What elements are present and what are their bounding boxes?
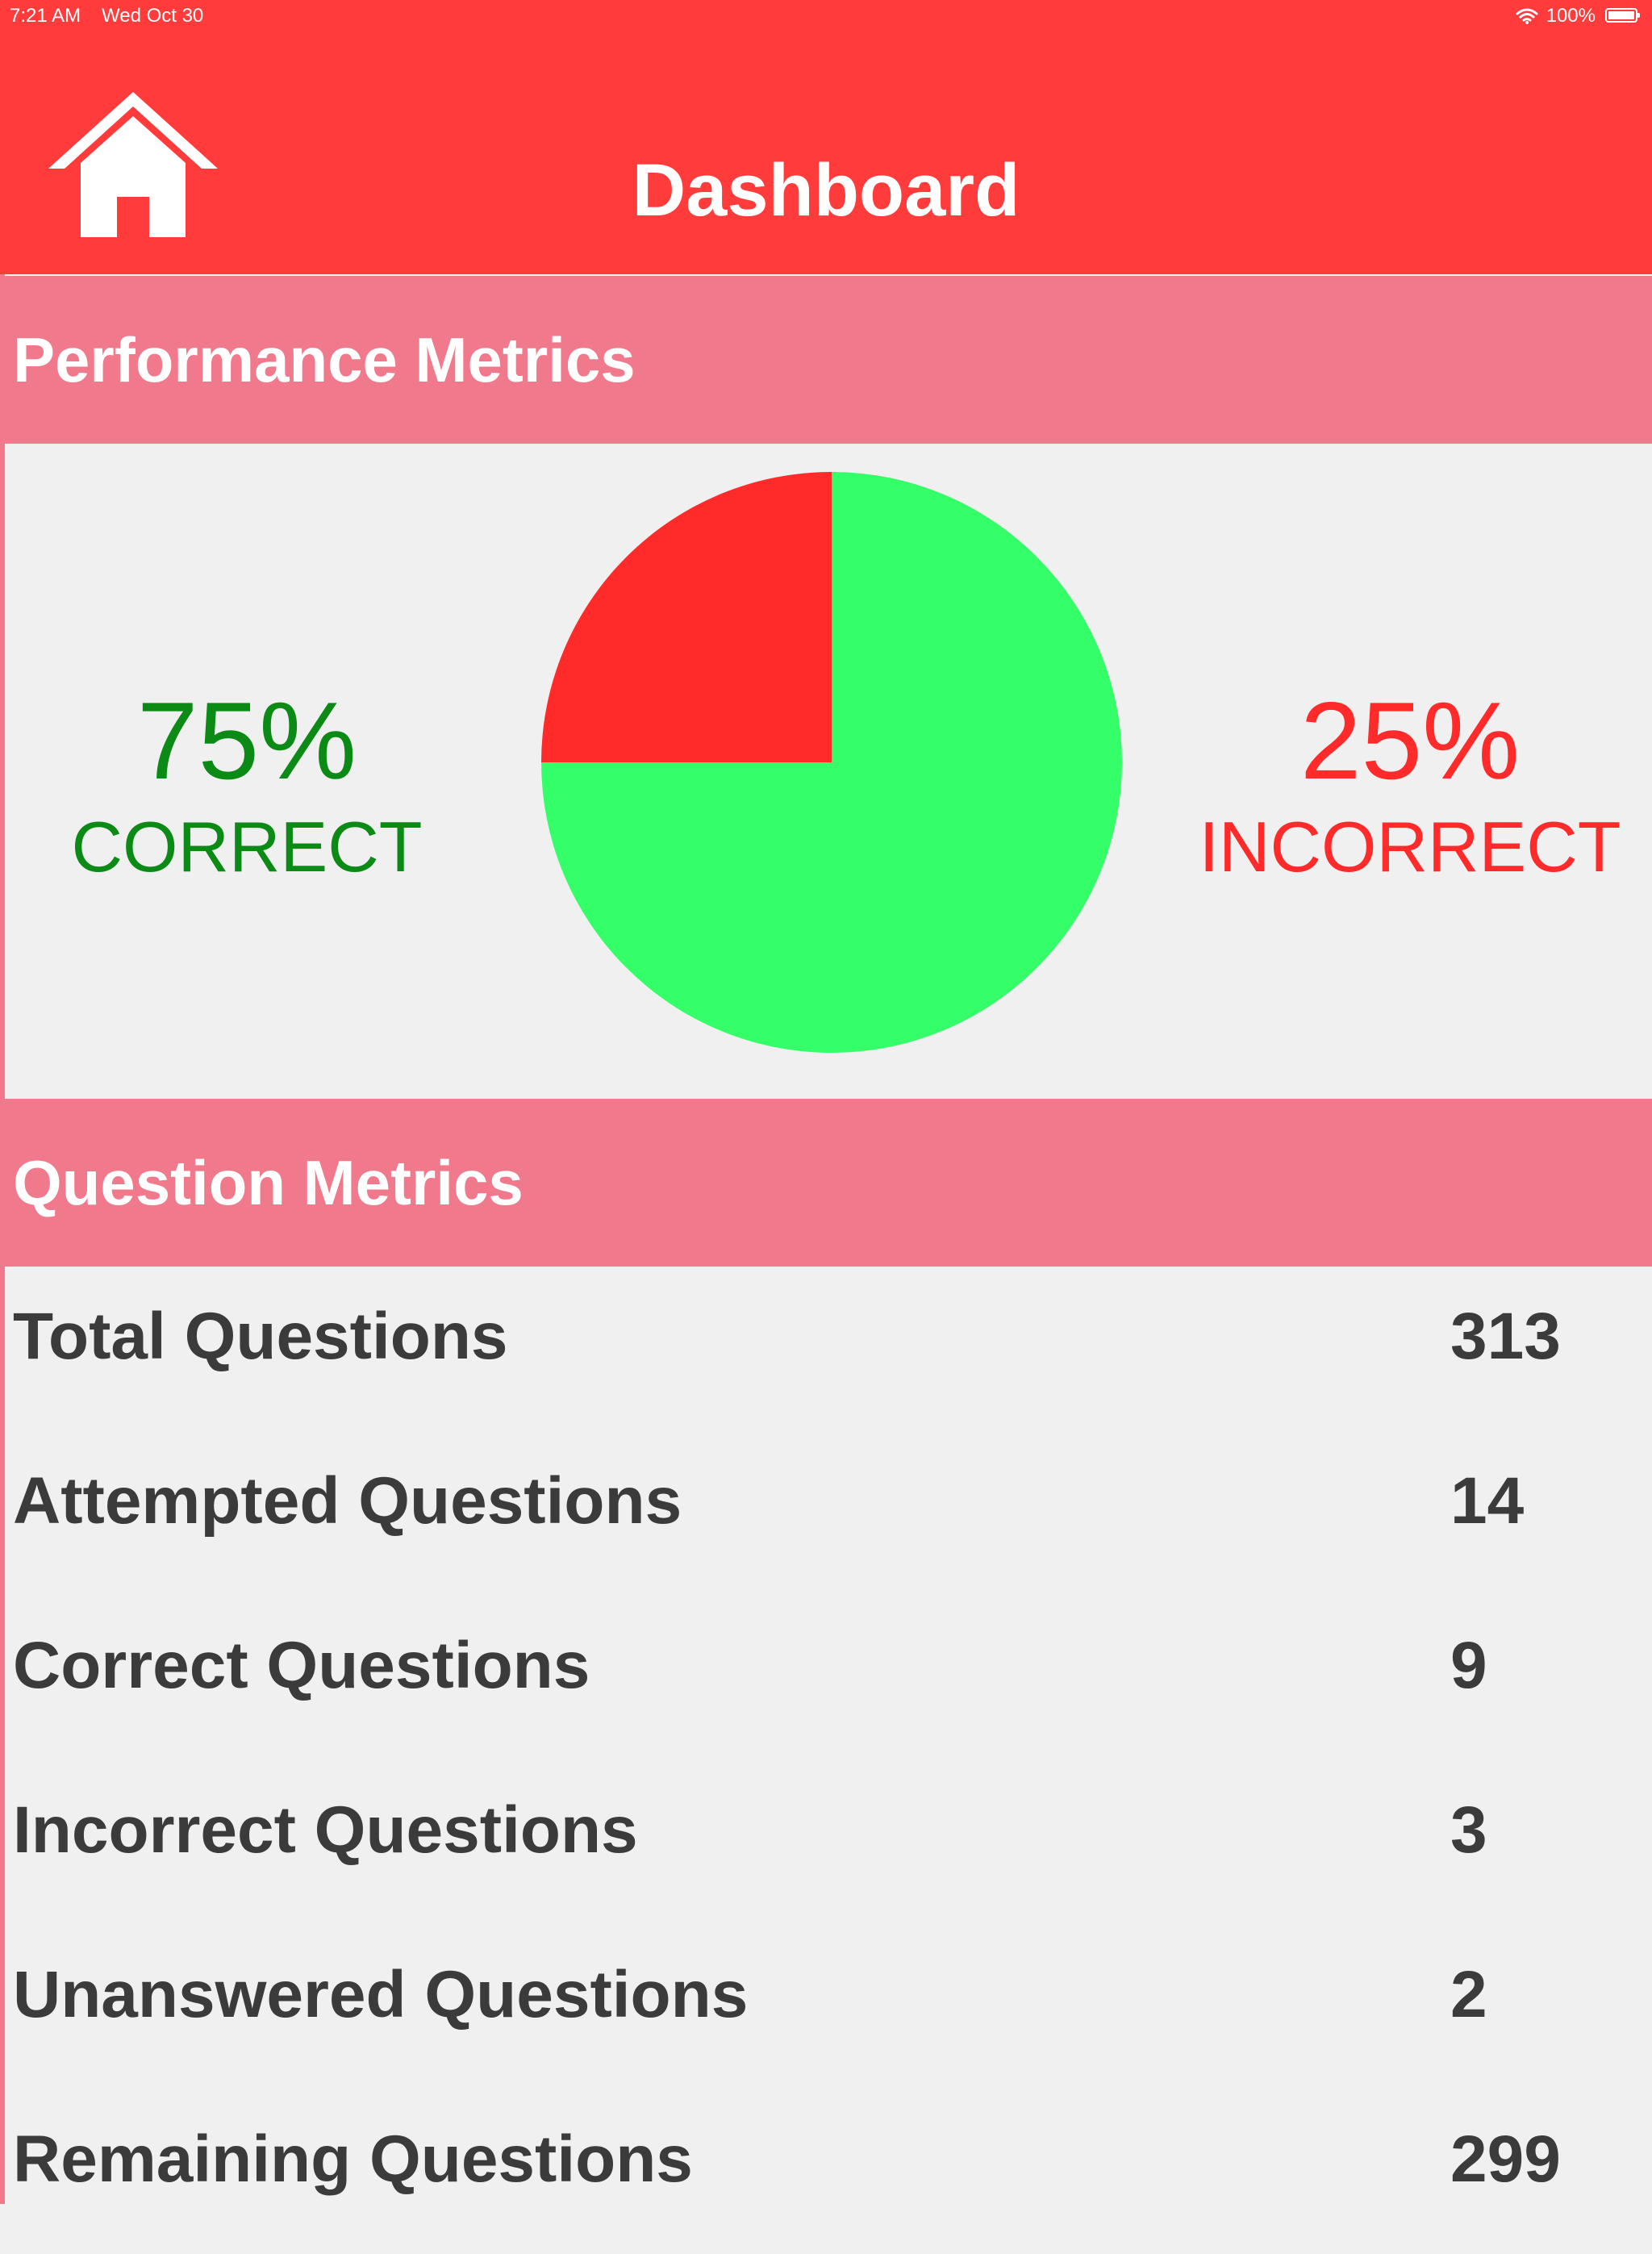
correct-percentage: 75%	[136, 679, 357, 802]
metric-row-total: Total Questions 313	[5, 1267, 1652, 1431]
metric-value: 299	[1450, 2123, 1561, 2196]
metric-row-unanswered: Unanswered Questions 2	[5, 1925, 1652, 2089]
metric-label: Unanswered Questions	[13, 1958, 749, 2031]
metric-row-incorrect: Incorrect Questions 3	[5, 1760, 1652, 1925]
incorrect-percentage: 25%	[1299, 679, 1521, 802]
metric-value: 313	[1450, 1300, 1561, 1373]
status-time: 7:21 AM	[10, 5, 81, 27]
metric-label: Attempted Questions	[13, 1464, 682, 1538]
status-date: Wed Oct 30	[102, 5, 204, 27]
metric-row-attempted: Attempted Questions 14	[5, 1431, 1652, 1596]
metric-value: 9	[1450, 1629, 1487, 1702]
metric-value: 14	[1450, 1464, 1525, 1538]
metric-value: 2	[1450, 1958, 1487, 2031]
pie-chart-svg	[541, 472, 1122, 1053]
battery-icon	[1605, 8, 1640, 23]
metric-row-remaining: Remaining Questions 299	[5, 2089, 1652, 2254]
metric-row-correct: Correct Questions 9	[5, 1596, 1652, 1760]
incorrect-label: INCORRECT	[1199, 807, 1621, 887]
question-metrics-header: Question Metrics	[5, 1099, 1652, 1267]
performance-metrics-header: Performance Metrics	[5, 276, 1652, 444]
metric-label: Incorrect Questions	[13, 1793, 638, 1867]
metric-value: 3	[1450, 1793, 1487, 1867]
wifi-icon	[1516, 8, 1538, 24]
correct-label: CORRECT	[71, 807, 423, 887]
status-bar: 7:21 AM Wed Oct 30 100%	[0, 0, 1652, 35]
pie-slice-incorrect	[541, 472, 832, 762]
metric-label: Remaining Questions	[13, 2123, 693, 2196]
navigation-bar: Dashboard	[0, 35, 1652, 274]
battery-percentage: 100%	[1546, 5, 1596, 27]
status-right: 100%	[1516, 5, 1596, 27]
performance-panel: 75% CORRECT 25% INCORRECT	[5, 444, 1652, 1099]
correct-stat: 75% CORRECT	[21, 686, 473, 883]
performance-pie-chart	[537, 468, 1126, 1057]
page-title: Dashboard	[632, 149, 1020, 232]
question-metrics-list: Total Questions 313 Attempted Questions …	[5, 1267, 1652, 2204]
metric-label: Total Questions	[13, 1300, 508, 1373]
incorrect-stat: 25% INCORRECT	[1184, 686, 1636, 883]
metric-label: Correct Questions	[13, 1629, 590, 1702]
